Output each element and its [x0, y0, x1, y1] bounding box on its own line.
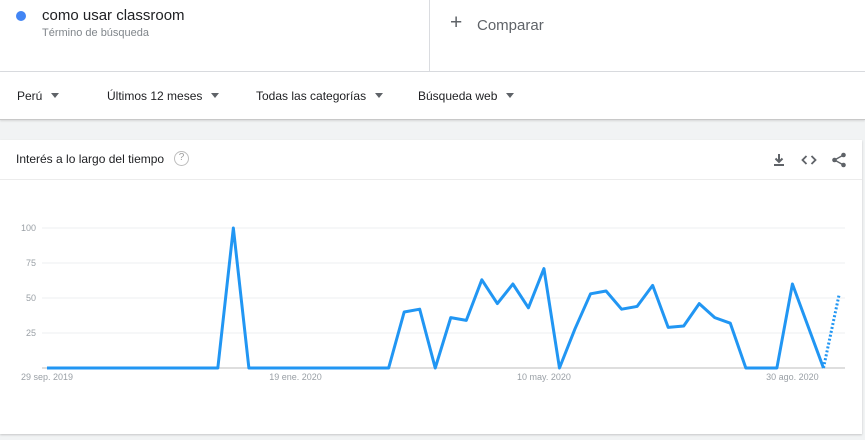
- x-axis-labels: 29 sep. 2019 19 ene. 2020 10 may. 2020 30 a…: [21, 372, 819, 382]
- y-tick-label: 50: [26, 293, 36, 303]
- y-tick-label: 25: [26, 328, 36, 338]
- x-tick-label: 19 ene. 2020: [269, 372, 322, 382]
- share-icon[interactable]: [830, 151, 848, 169]
- filter-bar: Perú Últimos 12 meses Todas las categorí…: [0, 72, 865, 120]
- plus-icon: +: [450, 11, 463, 34]
- search-type-dropdown[interactable]: Búsqueda web: [418, 89, 515, 103]
- search-type-label: Búsqueda web: [418, 89, 498, 103]
- period-label: Últimos 12 meses: [107, 89, 203, 103]
- compare-button[interactable]: + Comparar: [430, 0, 865, 72]
- download-icon[interactable]: [770, 151, 788, 169]
- help-icon[interactable]: ?: [174, 151, 189, 166]
- partial-data-line[interactable]: [822, 294, 841, 369]
- region-label: Perú: [17, 89, 43, 103]
- card-title: Interés a lo largo del tiempo: [16, 152, 165, 166]
- card-header: Interés a lo largo del tiempo ?: [0, 140, 862, 180]
- region-dropdown[interactable]: Perú: [17, 89, 60, 103]
- period-dropdown[interactable]: Últimos 12 meses: [107, 89, 220, 103]
- interest-over-time-card: Interés a lo largo del tiempo ? 100 75 50 2…: [0, 140, 862, 434]
- chart-gridlines: [42, 227, 845, 369]
- caret-down-icon: [375, 93, 384, 99]
- compare-label: Comparar: [477, 17, 544, 34]
- term-name[interactable]: como usar classroom: [42, 7, 185, 24]
- y-tick-label: 75: [26, 258, 36, 268]
- interest-line-chart: 100 75 50 25 29 sep. 2019 19 ene. 2020 10 may…: [21, 223, 845, 382]
- y-tick-label: 100: [21, 223, 36, 233]
- caret-down-icon: [506, 93, 515, 99]
- x-tick-label: 10 may. 2020: [517, 372, 571, 382]
- embed-icon[interactable]: [800, 151, 818, 169]
- search-term-card[interactable]: como usar classroom Término de búsqueda: [0, 0, 430, 72]
- caret-down-icon: [211, 93, 220, 99]
- y-axis-labels: 100 75 50 25: [21, 223, 36, 338]
- term-color-dot: [16, 11, 26, 21]
- caret-down-icon: [51, 93, 60, 99]
- search-terms-bar: como usar classroom Término de búsqueda …: [0, 0, 865, 72]
- term-type-label: Término de búsqueda: [42, 27, 150, 39]
- x-tick-label: 30 ago. 2020: [766, 372, 819, 382]
- x-tick-label: 29 sep. 2019: [21, 372, 73, 382]
- category-dropdown[interactable]: Todas las categorías: [256, 89, 384, 103]
- category-label: Todas las categorías: [256, 89, 367, 103]
